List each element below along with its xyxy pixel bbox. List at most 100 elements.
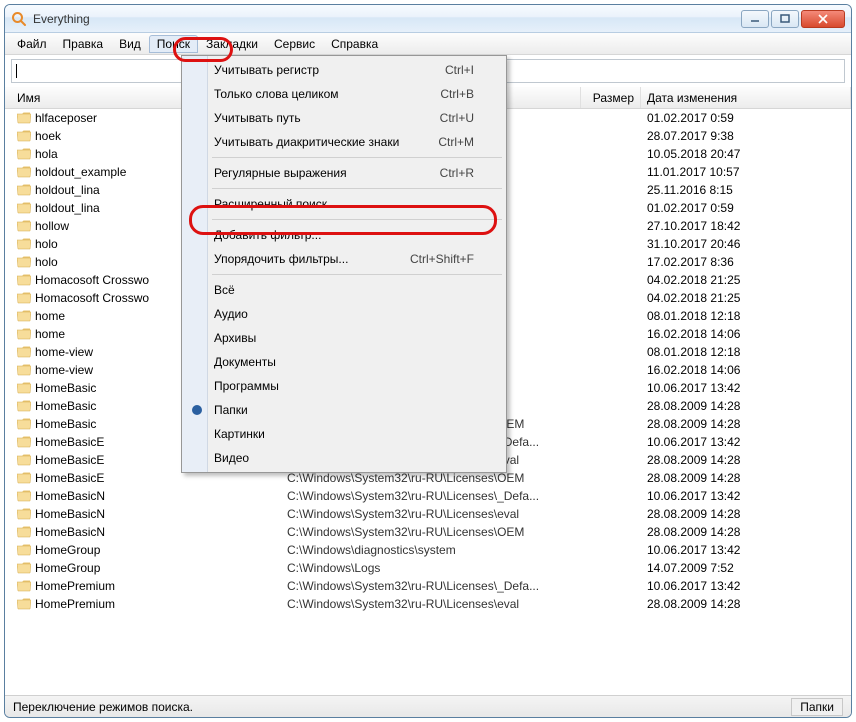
folder-icon [17,346,31,358]
folder-icon [17,562,31,574]
item-date: 10.06.2017 13:42 [641,579,851,593]
item-path: C:\Windows\Logs [281,561,581,575]
menu-item-поиск[interactable]: Поиск [149,35,198,53]
menu-option-label: Учитывать регистр [214,63,319,77]
item-path: C:\Windows\System32\ru-RU\Licenses\eval [281,507,581,521]
column-header-date[interactable]: Дата изменения [641,87,851,108]
item-date: 10.05.2018 20:47 [641,147,851,161]
menu-shortcut: Ctrl+I [445,63,474,77]
close-button[interactable] [801,10,845,28]
item-name: home-view [35,345,93,359]
folder-icon [17,220,31,232]
item-name: HomeBasicN [35,507,105,521]
item-name: HomeBasicE [35,471,104,485]
item-date: 08.01.2018 12:18 [641,309,851,323]
folder-icon [17,202,31,214]
item-name: hoek [35,129,61,143]
item-name: HomeBasic [35,417,96,431]
menu-option[interactable]: Аудио [184,302,504,326]
menu-item-вид[interactable]: Вид [111,35,149,53]
menu-option[interactable]: Документы [184,350,504,374]
menu-option[interactable]: Добавить фильтр... [184,223,504,247]
menu-option[interactable]: Видео [184,446,504,470]
column-header-size[interactable]: Размер [581,87,641,108]
folder-icon [17,598,31,610]
list-item[interactable]: HomeBasicN C:\Windows\System32\ru-RU\Lice… [5,505,851,523]
list-item[interactable]: HomePremiumC:\Windows\System32\ru-RU\Lic… [5,577,851,595]
menu-option-label: Добавить фильтр... [214,228,321,242]
menu-option[interactable]: Регулярные выражения Ctrl+R [184,161,504,185]
menu-option[interactable]: Папки [184,398,504,422]
menu-option-label: Учитывать путь [214,111,301,125]
menu-item-файл[interactable]: Файл [9,35,55,53]
item-date: 25.11.2016 8:15 [641,183,851,197]
menu-option[interactable]: Учитывать регистр Ctrl+I [184,58,504,82]
list-item[interactable]: HomeGroupC:\Windows\Logs14.07.2009 7:52 [5,559,851,577]
folder-icon [17,364,31,376]
item-path: C:\Windows\System32\ru-RU\Licenses\OEM [281,471,581,485]
list-item[interactable]: HomePremiumC:\Windows\System32\ru-RU\Lic… [5,595,851,613]
list-item[interactable]: HomeBasicNC:\Windows\System32\ru-RU\Lice… [5,487,851,505]
folder-icon [17,508,31,520]
app-icon [11,11,27,27]
menu-shortcut: Ctrl+B [440,87,474,101]
menu-option[interactable]: Всё [184,278,504,302]
item-date: 17.02.2017 8:36 [641,255,851,269]
list-item[interactable]: HomeGroupC:\Windows\diagnostics\system10… [5,541,851,559]
status-filter-pane[interactable]: Папки [791,698,843,716]
menu-option[interactable]: Учитывать путь Ctrl+U [184,106,504,130]
menu-item-сервис[interactable]: Сервис [266,35,323,53]
menu-shortcut: Ctrl+R [440,166,474,180]
item-name: HomeBasicE [35,435,104,449]
maximize-button[interactable] [771,10,799,28]
folder-icon [17,148,31,160]
folder-icon [17,580,31,592]
menu-option-label: Всё [214,283,235,297]
menu-item-справка[interactable]: Справка [323,35,386,53]
folder-icon [17,436,31,448]
item-date: 28.08.2009 14:28 [641,399,851,413]
folder-icon [17,238,31,250]
menu-option[interactable]: Упорядочить фильтры...Ctrl+Shift+F [184,247,504,271]
item-name: home [35,309,65,323]
item-date: 10.06.2017 13:42 [641,489,851,503]
folder-icon [17,256,31,268]
menu-option-label: Учитывать диакритические знаки [214,135,399,149]
item-date: 28.08.2009 14:28 [641,453,851,467]
item-date: 10.06.2017 13:42 [641,543,851,557]
menu-option[interactable]: Расширенный поиск... [184,192,504,216]
folder-icon [17,310,31,322]
window-title: Everything [33,12,741,26]
menu-item-правка[interactable]: Правка [55,35,112,53]
folder-icon [17,472,31,484]
menu-option[interactable]: Только слова целикомCtrl+B [184,82,504,106]
menu-item-закладки[interactable]: Закладки [198,35,266,53]
menu-option[interactable]: Программы [184,374,504,398]
item-path: C:\Windows\System32\ru-RU\Licenses\_Defa… [281,579,581,593]
menu-option[interactable]: Архивы [184,326,504,350]
menu-separator [212,188,502,189]
folder-icon [17,166,31,178]
item-date: 04.02.2018 21:25 [641,273,851,287]
item-path: C:\Windows\System32\ru-RU\Licenses\OEM [281,525,581,539]
menu-option[interactable]: Учитывать диакритические знакиCtrl+M [184,130,504,154]
list-item[interactable]: HomeBasicNC:\Windows\System32\ru-RU\Lice… [5,523,851,541]
statusbar: Переключение режимов поиска. Папки [5,695,851,717]
item-name: hola [35,147,58,161]
item-name: home [35,327,65,341]
item-date: 04.02.2018 21:25 [641,291,851,305]
menu-option-label: Регулярные выражения [214,166,347,180]
item-date: 10.06.2017 13:42 [641,435,851,449]
folder-icon [17,400,31,412]
menu-option-label: Упорядочить фильтры... [214,252,348,266]
item-name: holdout_lina [35,183,100,197]
minimize-button[interactable] [741,10,769,28]
menu-option-label: Архивы [214,331,256,345]
status-text: Переключение режимов поиска. [13,700,193,714]
titlebar[interactable]: Everything [5,5,851,33]
menu-shortcut: Ctrl+U [440,111,474,125]
folder-icon [17,490,31,502]
menu-option[interactable]: Картинки [184,422,504,446]
menu-option-label: Папки [214,403,248,417]
item-name: holo [35,255,58,269]
